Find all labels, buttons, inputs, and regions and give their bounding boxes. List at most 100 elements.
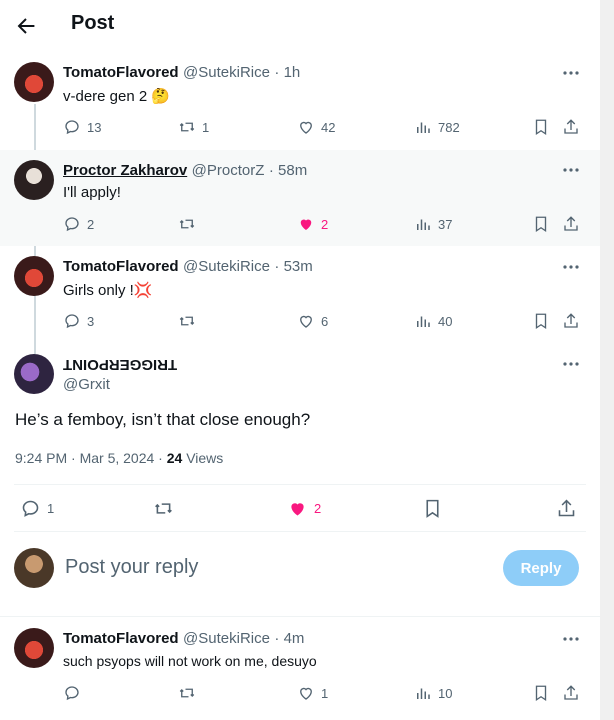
- reply-count: 3: [87, 313, 95, 329]
- author-name[interactable]: TomatoFlavored: [63, 258, 179, 275]
- more-icon[interactable]: [561, 629, 581, 649]
- divider: [14, 531, 586, 532]
- heart-icon: [300, 687, 312, 700]
- reply-button[interactable]: 13: [63, 118, 101, 136]
- tweet-text: Girls only !💢: [63, 282, 153, 299]
- post-time[interactable]: · 1h: [274, 64, 300, 81]
- post-timestamp[interactable]: 9:24 PM · Mar 5, 2024 ·: [15, 450, 163, 466]
- like-button[interactable]: 1: [297, 684, 328, 702]
- post-time[interactable]: · 58m: [269, 162, 307, 179]
- reply-button[interactable]: [63, 684, 81, 702]
- heart-icon: [300, 121, 312, 134]
- share-icon[interactable]: [556, 498, 577, 519]
- author-handle[interactable]: @SutekiRice: [183, 630, 270, 647]
- reply-button[interactable]: 1: [20, 498, 54, 519]
- retweet-button[interactable]: [178, 215, 196, 233]
- bookmark-icon[interactable]: [532, 118, 550, 136]
- like-count: 2: [321, 216, 329, 232]
- heart-icon: [300, 315, 312, 328]
- views-icon: [417, 122, 430, 133]
- like-count: 1: [321, 685, 329, 701]
- tweet-text: v-dere gen 2 🤔: [63, 88, 171, 105]
- views-icon: [417, 688, 430, 699]
- back-arrow-icon[interactable]: [14, 14, 38, 38]
- retweet-icon: [179, 316, 195, 326]
- thread-tweet[interactable]: TomatoFlavored @SutekiRice · 53m Girls o…: [0, 248, 600, 342]
- bookmark-icon[interactable]: [532, 684, 550, 702]
- views-count: 24: [166, 450, 183, 466]
- avatar[interactable]: [14, 62, 54, 102]
- reply-icon: [65, 217, 79, 232]
- post-time[interactable]: · 53m: [274, 258, 312, 275]
- post-time[interactable]: · 4m: [274, 630, 304, 647]
- share-icon[interactable]: [562, 312, 580, 330]
- views-count: 37: [438, 216, 453, 232]
- retweet-icon: [179, 688, 195, 698]
- bookmark-icon[interactable]: [422, 498, 443, 519]
- divider: [0, 616, 614, 617]
- like-count: 42: [321, 119, 336, 135]
- heart-filled-icon: [291, 503, 304, 516]
- share-icon[interactable]: [562, 215, 580, 233]
- views-label: Views: [186, 450, 224, 466]
- reply-icon: [65, 314, 79, 329]
- share-icon[interactable]: [562, 684, 580, 702]
- more-icon[interactable]: [561, 354, 581, 374]
- author-handle[interactable]: @Grxit: [63, 376, 110, 393]
- more-icon[interactable]: [561, 257, 581, 277]
- reply-icon: [22, 500, 39, 517]
- like-button[interactable]: 42: [297, 118, 335, 136]
- views-count: 782: [438, 119, 460, 135]
- retweet-count: 1: [202, 119, 210, 135]
- scrollbar[interactable]: [600, 0, 614, 720]
- thread-tweet[interactable]: Proctor Zakharov @ProctorZ · 58m I'll ap…: [0, 150, 600, 246]
- retweet-icon: [179, 122, 195, 132]
- author-name[interactable]: TomatoFlavored: [63, 630, 179, 647]
- post-meta: 9:24 PM · Mar 5, 2024 · 24 Views: [15, 450, 223, 466]
- author-name[interactable]: TomatoFlavored: [63, 64, 179, 81]
- retweet-icon: [155, 503, 172, 514]
- avatar[interactable]: [14, 160, 54, 200]
- reply-input[interactable]: Post your reply: [65, 556, 198, 579]
- avatar[interactable]: [14, 354, 54, 394]
- bookmark-icon[interactable]: [532, 312, 550, 330]
- views-button[interactable]: 782: [414, 118, 460, 136]
- views-button[interactable]: 40: [414, 312, 452, 330]
- author-name[interactable]: Proctor Zakharov: [63, 162, 187, 179]
- divider: [14, 484, 586, 485]
- retweet-button[interactable]: [178, 312, 196, 330]
- reply-button[interactable]: 2: [63, 215, 94, 233]
- reply-count: 13: [87, 119, 102, 135]
- reply-count: 1: [47, 501, 55, 516]
- like-button[interactable]: 6: [297, 312, 328, 330]
- like-count: 6: [321, 313, 329, 329]
- views-icon: [417, 219, 430, 230]
- retweet-button[interactable]: [153, 498, 174, 519]
- author-handle[interactable]: @ProctorZ: [192, 162, 265, 179]
- like-button[interactable]: 2: [287, 498, 321, 519]
- reply-icon: [65, 686, 79, 701]
- more-icon[interactable]: [561, 160, 581, 180]
- retweet-icon: [179, 219, 195, 229]
- views-button[interactable]: 10: [414, 684, 452, 702]
- share-icon[interactable]: [562, 118, 580, 136]
- author-handle[interactable]: @SutekiRice: [183, 258, 270, 275]
- author-handle[interactable]: @SutekiRice: [183, 64, 270, 81]
- more-icon[interactable]: [561, 63, 581, 83]
- author-name[interactable]: TRIGGERPOINT: [63, 356, 177, 373]
- views-icon: [417, 316, 430, 327]
- avatar[interactable]: [14, 256, 54, 296]
- like-button[interactable]: 2: [297, 215, 328, 233]
- reply-button[interactable]: 3: [63, 312, 94, 330]
- avatar[interactable]: [14, 548, 54, 588]
- reply-icon: [65, 120, 79, 135]
- avatar[interactable]: [14, 628, 54, 668]
- thread-tweet[interactable]: TomatoFlavored @SutekiRice · 1h v-dere g…: [0, 54, 600, 148]
- page-title: Post: [71, 12, 115, 34]
- views-button[interactable]: 37: [414, 215, 452, 233]
- bookmark-icon[interactable]: [532, 215, 550, 233]
- reply-button[interactable]: Reply: [503, 550, 579, 586]
- retweet-button[interactable]: 1: [178, 118, 209, 136]
- retweet-button[interactable]: [178, 684, 196, 702]
- reply-tweet[interactable]: TomatoFlavored @SutekiRice · 4m such psy…: [0, 618, 600, 720]
